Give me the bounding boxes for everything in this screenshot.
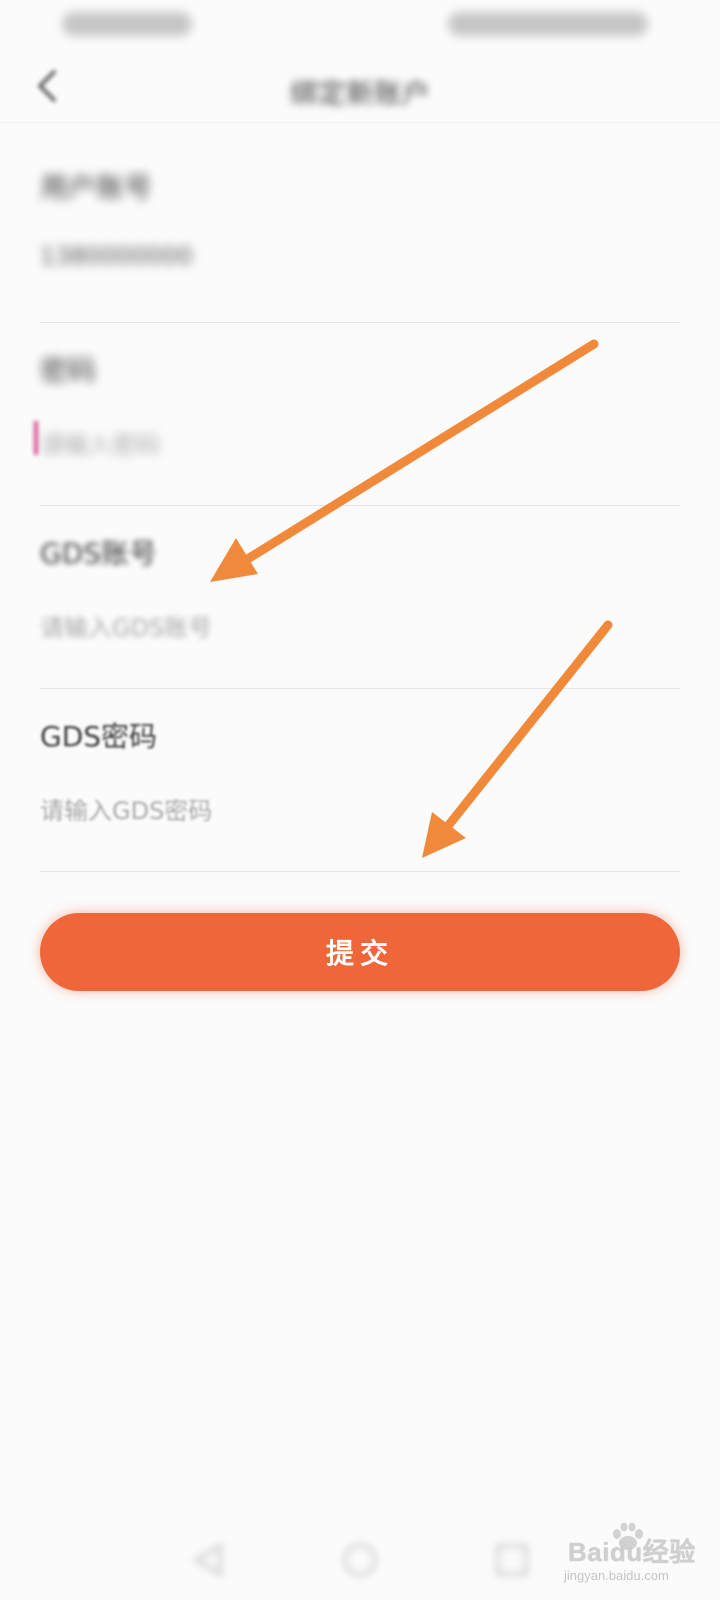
- password-label: 密码: [40, 354, 97, 387]
- gds-account-label: GDS账号: [40, 537, 158, 570]
- field-gds-account[interactable]: GDS账号 请输入GDS账号: [40, 506, 680, 689]
- circle-home-icon[interactable]: [338, 1538, 382, 1582]
- gds-account-input[interactable]: 请输入GDS账号: [40, 608, 212, 643]
- gds-password-input[interactable]: 请输入GDS密码: [40, 791, 212, 826]
- baidu-jingyan-watermark: Baidu经验 jingyan.baidu.com: [556, 1522, 696, 1588]
- field-gds-password[interactable]: GDS密码 请输入GDS密码: [40, 689, 680, 872]
- watermark-site: jingyan.baidu.com: [564, 1568, 669, 1583]
- battery-time-indicator: [448, 12, 648, 36]
- field-password[interactable]: 密码 请输入密码: [34, 323, 680, 506]
- page-title: 绑定新账户: [289, 77, 430, 110]
- text-cursor: [34, 421, 38, 455]
- submit-button[interactable]: 提交: [40, 913, 680, 991]
- field-user-account[interactable]: 用户账号 1380000000: [40, 140, 680, 323]
- triangle-back-icon[interactable]: [186, 1538, 230, 1582]
- user-account-input[interactable]: 1380000000: [40, 242, 193, 270]
- gds-password-label: GDS密码: [40, 720, 158, 753]
- square-recents-icon[interactable]: [490, 1538, 534, 1582]
- user-account-label: 用户账号: [40, 171, 153, 204]
- app-header: 绑定新账户: [0, 50, 720, 123]
- status-bar: [0, 0, 720, 50]
- password-input[interactable]: 请输入密码: [40, 425, 160, 460]
- bind-account-form: 用户账号 1380000000 密码 请输入密码 GDS账号 请输入GDS账号 …: [34, 140, 680, 872]
- watermark-brand: Baidu经验: [568, 1537, 696, 1567]
- divider: [40, 871, 680, 872]
- signal-status-indicator: [62, 12, 192, 36]
